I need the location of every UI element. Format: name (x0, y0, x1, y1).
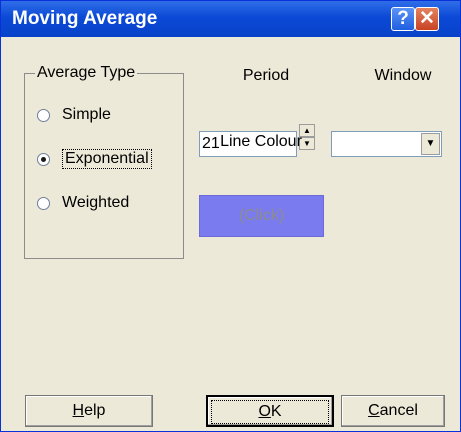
radio-simple-button[interactable] (37, 108, 50, 122)
radio-exponential-label: Exponential (62, 149, 152, 169)
radio-simple[interactable]: Simple (37, 104, 111, 126)
help-accel: H (72, 402, 85, 419)
cancel-accel: C (368, 402, 380, 419)
moving-average-dialog: Moving Average ? ✕ Average Type Simple E… (0, 0, 461, 432)
close-button[interactable]: ✕ (415, 7, 439, 31)
chevron-down-icon[interactable]: ▼ (421, 133, 440, 155)
ok-accel: O (258, 403, 271, 420)
radio-simple-label: Simple (62, 106, 111, 123)
help-button[interactable]: Help (25, 395, 153, 427)
window-label: Window (374, 67, 432, 84)
help-label-rest: elp (84, 402, 106, 419)
period-label: Period (242, 67, 290, 84)
ok-button[interactable]: OK (206, 395, 334, 427)
radio-exponential-button[interactable] (37, 152, 50, 166)
help-title-button[interactable]: ? (391, 7, 415, 31)
window-select[interactable]: ▼ (331, 131, 442, 157)
cancel-label-rest: ancel (379, 402, 418, 419)
radio-weighted-label: Weighted (62, 194, 130, 211)
average-type-legend: Average Type (35, 64, 138, 82)
radio-exponential[interactable]: Exponential (37, 148, 152, 170)
line-colour-button[interactable]: (Click) (199, 195, 324, 237)
line-colour-label: Line Colour (220, 133, 302, 150)
radio-weighted-button[interactable] (37, 196, 50, 210)
radio-weighted[interactable]: Weighted (37, 192, 129, 214)
dialog-body: Average Type Simple Exponential Weighted… (1, 37, 460, 431)
ok-focus-rect: OK (211, 400, 329, 424)
cancel-button[interactable]: Cancel (341, 395, 445, 427)
ok-label-rest: K (270, 403, 282, 420)
title-bar[interactable]: Moving Average ? ✕ (1, 1, 460, 37)
average-type-group: Average Type Simple Exponential Weighted (24, 64, 184, 259)
dialog-title: Moving Average (12, 8, 158, 29)
